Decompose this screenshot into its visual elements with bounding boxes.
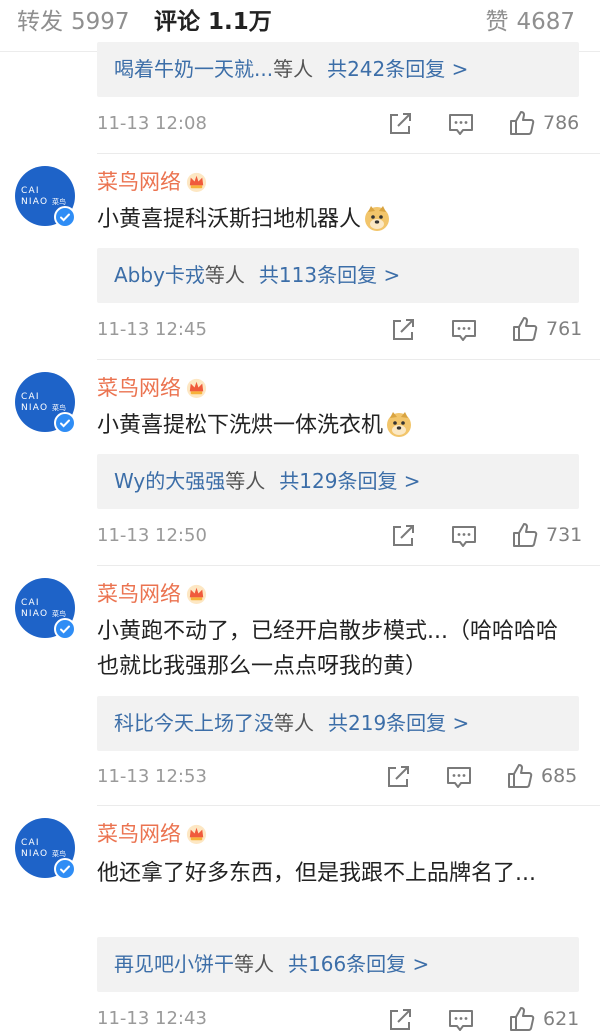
reply-users[interactable]: Wy的大强强 <box>114 469 225 493</box>
comment-item: CAI NIAO 菜鸟 菜鸟网络 小黄喜提松下洗烘一体洗衣机 Wy的大强强等人共… <box>0 360 600 566</box>
comment-author-name[interactable]: 菜鸟网络 <box>97 582 181 606</box>
reply-users-suffix: 等人 <box>204 263 245 287</box>
vip-crown-icon <box>186 378 207 399</box>
comment-time: 11-13 12:45 <box>97 319 207 340</box>
svg-text:NIAO: NIAO <box>21 197 48 207</box>
reply-summary[interactable]: 再见吧小饼干等人 共166条回复 > <box>97 937 579 992</box>
comment-author[interactable]: 菜鸟网络 <box>97 580 208 608</box>
avatar[interactable]: CAI NIAO 菜鸟 <box>15 818 76 880</box>
share-icon[interactable] <box>386 110 414 138</box>
comment-author-name[interactable]: 菜鸟网络 <box>97 376 181 400</box>
comment-time: 11-13 12:08 <box>97 113 207 134</box>
comment-text-body: 小黄喜提科沃斯扫地机器人 <box>97 207 362 232</box>
vip-crown-icon <box>186 824 207 845</box>
verified-check-icon <box>54 412 76 434</box>
svg-text:CAI: CAI <box>21 598 40 608</box>
svg-text:NIAO: NIAO <box>21 849 48 859</box>
comment-author[interactable]: 菜鸟网络 <box>97 374 208 402</box>
reply-users-suffix: 等人 <box>273 57 314 81</box>
verified-check-icon <box>54 858 76 880</box>
reply-count-link[interactable]: 共166条回复 > <box>288 952 429 976</box>
reply-bubble-icon[interactable] <box>450 316 478 344</box>
share-icon[interactable] <box>384 763 412 791</box>
reply-count-link[interactable]: 共242条回复 > <box>327 57 468 81</box>
reply-bubble-icon[interactable] <box>447 1006 475 1034</box>
avatar[interactable]: CAI NIAO 菜鸟 <box>15 166 76 228</box>
reply-users-suffix: 等人 <box>234 952 274 976</box>
vip-crown-icon <box>186 584 207 605</box>
thumb-up-icon[interactable] <box>508 1005 536 1033</box>
svg-text:菜鸟: 菜鸟 <box>52 403 66 412</box>
share-icon[interactable] <box>389 522 417 550</box>
vip-crown-icon <box>186 172 207 193</box>
comment-text-body: 小黄喜提松下洗烘一体洗衣机 <box>97 413 384 438</box>
comment-item: CAI NIAO 菜鸟 菜鸟网络 他还拿了好多东西，但是我跟不上品牌名了... … <box>0 806 600 1036</box>
reply-count-link[interactable]: 共113条回复 > <box>259 263 400 287</box>
svg-text:NIAO: NIAO <box>21 609 48 619</box>
comment-item: CAI NIAO 菜鸟 菜鸟网络 小黄跑不动了，已经开启散步模式...（哈哈哈哈… <box>0 566 600 806</box>
reply-users[interactable]: 喝着牛奶一天就... <box>114 57 273 81</box>
comment-item: 喝着牛奶一天就...等人 共242条回复 > 11-13 12:08 786 <box>0 0 600 160</box>
thumb-up-icon[interactable] <box>508 109 536 137</box>
svg-text:CAI: CAI <box>21 392 40 402</box>
reply-count-link[interactable]: 共219条回复 > <box>328 711 469 735</box>
comment-author-name[interactable]: 菜鸟网络 <box>97 170 181 194</box>
like-count: 685 <box>541 765 578 787</box>
reply-count-link[interactable]: 共129条回复 > <box>279 469 420 493</box>
comment-text: 他还拿了好多东西，但是我跟不上品牌名了... <box>97 856 547 891</box>
doge-emoji-icon <box>365 206 390 231</box>
reply-users-suffix: 等人 <box>274 711 314 735</box>
share-icon[interactable] <box>386 1006 414 1034</box>
comment-time: 11-13 12:53 <box>97 766 207 787</box>
thumb-up-icon[interactable] <box>511 521 539 549</box>
avatar[interactable]: CAI NIAO 菜鸟 <box>15 372 76 434</box>
reply-bubble-icon[interactable] <box>450 522 478 550</box>
comment-author-name[interactable]: 菜鸟网络 <box>97 822 181 846</box>
comment-time: 11-13 12:50 <box>97 525 207 546</box>
reply-summary[interactable]: Wy的大强强等人 共129条回复 > <box>97 454 579 509</box>
reply-summary[interactable]: 喝着牛奶一天就...等人 共242条回复 > <box>97 42 579 97</box>
verified-check-icon <box>54 206 76 228</box>
verified-check-icon <box>54 618 76 640</box>
comment-text-body: 小黄跑不动了，已经开启散步模式...（哈哈哈哈也就比我强那么一点点呀我的黄） <box>97 619 558 679</box>
avatar[interactable]: CAI NIAO 菜鸟 <box>15 578 76 640</box>
like-count: 731 <box>546 524 583 546</box>
thumb-up-icon[interactable] <box>506 762 534 790</box>
like-count: 786 <box>543 112 580 134</box>
thumb-up-icon[interactable] <box>511 315 539 343</box>
comment-item: CAI NIAO 菜鸟 菜鸟网络 小黄喜提科沃斯扫地机器人 Abby卡戎等人 共1… <box>0 154 600 360</box>
reply-summary[interactable]: 科比今天上场了没等人 共219条回复 > <box>97 696 579 751</box>
svg-text:菜鸟: 菜鸟 <box>52 849 66 858</box>
doge-emoji-icon <box>387 412 412 437</box>
reply-users-suffix: 等人 <box>225 469 266 493</box>
reply-users[interactable]: 科比今天上场了没 <box>114 711 274 735</box>
svg-text:菜鸟: 菜鸟 <box>52 197 66 206</box>
comment-author[interactable]: 菜鸟网络 <box>97 168 208 196</box>
like-count: 621 <box>543 1008 580 1030</box>
comment-text: 小黄喜提科沃斯扫地机器人 <box>97 202 567 237</box>
reply-bubble-icon[interactable] <box>445 763 473 791</box>
like-count: 761 <box>546 318 583 340</box>
reply-bubble-icon[interactable] <box>447 110 475 138</box>
reply-users[interactable]: Abby卡戎 <box>114 263 205 287</box>
svg-text:CAI: CAI <box>21 838 40 848</box>
svg-text:菜鸟: 菜鸟 <box>52 609 66 618</box>
comment-author[interactable]: 菜鸟网络 <box>97 820 208 848</box>
share-icon[interactable] <box>389 316 417 344</box>
comment-text-body: 他还拿了好多东西，但是我跟不上品牌名了... <box>97 861 536 886</box>
reply-summary[interactable]: Abby卡戎等人 共113条回复 > <box>97 248 579 303</box>
svg-text:CAI: CAI <box>21 186 40 196</box>
reply-users[interactable]: 再见吧小饼干 <box>114 952 234 976</box>
comment-text: 小黄喜提松下洗烘一体洗衣机 <box>97 408 567 443</box>
comment-time: 11-13 12:43 <box>97 1008 207 1029</box>
comment-text: 小黄跑不动了，已经开启散步模式...（哈哈哈哈也就比我强那么一点点呀我的黄） <box>97 614 559 684</box>
svg-text:NIAO: NIAO <box>21 403 48 413</box>
